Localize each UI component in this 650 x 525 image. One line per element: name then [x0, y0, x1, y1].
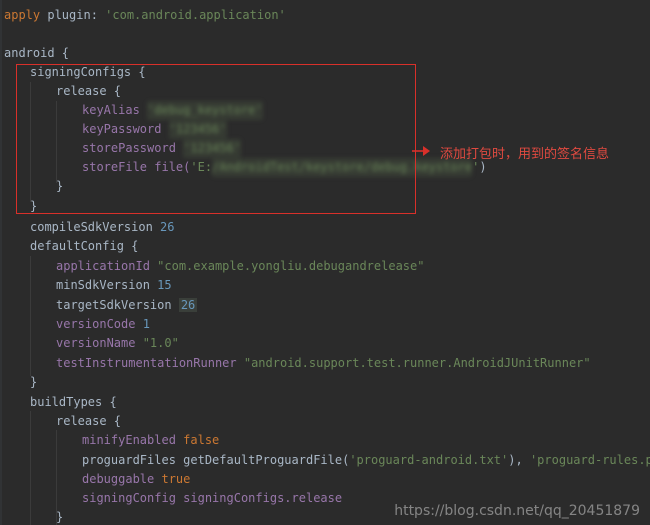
- watermark: https://blog.csdn.net/qq_20451879: [394, 503, 640, 519]
- code-line-debuggable[interactable]: debuggable true: [4, 470, 190, 489]
- code-line-target-sdk[interactable]: targetSdkVersion 26: [4, 296, 198, 315]
- code-line-version-code[interactable]: versionCode 1: [4, 315, 150, 334]
- release-bt-block: release {: [56, 414, 122, 428]
- compile-sdk-label: compileSdkVersion: [30, 220, 161, 234]
- code-line-build-types[interactable]: buildTypes {: [4, 393, 117, 412]
- code-line-release-bt-close[interactable]: }: [4, 508, 63, 525]
- android-block: android {: [4, 46, 70, 60]
- code-line-test-runner[interactable]: testInstrumentationRunner "android.suppo…: [4, 354, 591, 373]
- keyword-apply: apply: [4, 8, 41, 22]
- code-line-release-bt[interactable]: release {: [4, 412, 121, 431]
- compile-sdk-value: 26: [160, 220, 175, 234]
- proguard-sep: ),: [508, 453, 530, 467]
- annotation-arrow-icon: [412, 146, 430, 156]
- code-editor[interactable]: apply plugin: 'com.android.application' …: [0, 0, 650, 525]
- target-sdk-label: targetSdkVersion: [56, 298, 179, 312]
- release-bt-close-brace: }: [56, 510, 64, 524]
- default-close-brace: }: [30, 375, 38, 389]
- signing-config-value: signingConfigs.release: [183, 491, 343, 505]
- version-code-value: 1: [142, 317, 150, 331]
- code-line-version-name[interactable]: versionName "1.0": [4, 334, 179, 353]
- code-line-apply[interactable]: apply plugin: 'com.android.application': [4, 6, 286, 25]
- minify-label: minifyEnabled: [82, 433, 184, 447]
- default-config-block: defaultConfig {: [30, 239, 139, 253]
- minify-value: false: [183, 433, 220, 447]
- editor-gutter: [0, 0, 2, 525]
- debuggable-label: debuggable: [82, 472, 162, 486]
- target-sdk-value: 26: [178, 298, 198, 312]
- test-runner-label: testInstrumentationRunner: [56, 356, 244, 370]
- build-types-block: buildTypes {: [30, 395, 117, 409]
- version-name-label: versionName: [56, 336, 143, 350]
- proguard-file-2: 'proguard-rules.pro': [529, 453, 650, 467]
- code-line-min-sdk[interactable]: minSdkVersion 15: [4, 276, 172, 295]
- application-id-label: applicationId: [56, 259, 158, 273]
- application-id-value: "com.example.yongliu.debugandrelease": [157, 259, 425, 273]
- min-sdk-label: minSdkVersion: [56, 278, 158, 292]
- test-runner-value: "android.support.test.runner.AndroidJUni…: [243, 356, 591, 370]
- proguard-label: proguardFiles getDefaultProguardFile(: [82, 453, 350, 467]
- annotation-highlight-box: [16, 64, 416, 214]
- code-line-android[interactable]: android {: [4, 44, 69, 63]
- annotation-label: 添加打包时，用到的签名信息: [440, 147, 610, 162]
- version-code-label: versionCode: [56, 317, 143, 331]
- plugin-string: 'com.android.application': [105, 8, 286, 22]
- code-line-default-config[interactable]: defaultConfig {: [4, 237, 138, 256]
- apply-plugin: plugin:: [40, 8, 106, 22]
- version-name-value: "1.0": [142, 336, 179, 350]
- code-line-compile-sdk[interactable]: compileSdkVersion 26: [4, 218, 175, 237]
- debuggable-value: true: [161, 472, 191, 486]
- signing-config-label: signingConfig: [82, 491, 184, 505]
- code-line-default-close[interactable]: }: [4, 373, 37, 392]
- code-line-application-id[interactable]: applicationId "com.example.yongliu.debug…: [4, 257, 424, 276]
- min-sdk-value: 15: [157, 278, 172, 292]
- code-line-proguard[interactable]: proguardFiles getDefaultProguardFile('pr…: [4, 451, 650, 470]
- code-line-signing-config[interactable]: signingConfig signingConfigs.release: [4, 489, 342, 508]
- proguard-file-1: 'proguard-android.txt': [349, 453, 509, 467]
- code-line-minify[interactable]: minifyEnabled false: [4, 431, 219, 450]
